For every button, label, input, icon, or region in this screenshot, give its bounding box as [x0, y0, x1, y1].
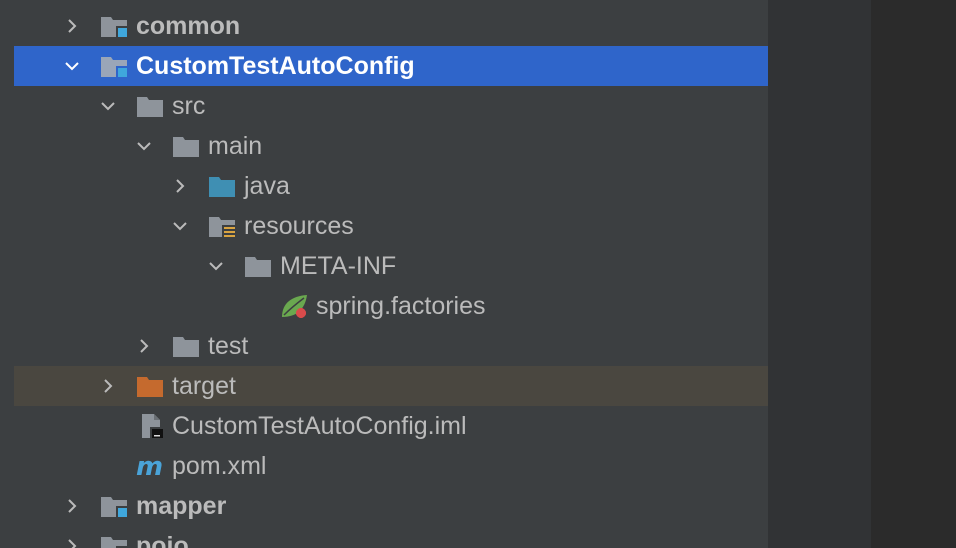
tree-row-label: pojo	[136, 532, 189, 548]
tree-row-label: src	[172, 92, 206, 120]
svg-text:m: m	[136, 453, 163, 479]
tree-row-label: common	[136, 12, 241, 40]
tree-row-label: main	[208, 132, 263, 160]
module-folder-icon	[101, 57, 128, 78]
excluded-folder-icon	[137, 377, 163, 397]
tree-row-mapper[interactable]: mapper	[14, 486, 768, 526]
tree-row-java[interactable]: java	[14, 166, 768, 206]
module-folder-icon	[101, 17, 128, 38]
iml-file-icon	[142, 414, 164, 439]
tree-row-pom-xml[interactable]: m pom.xml	[14, 446, 768, 486]
tree-row-target[interactable]: target	[14, 366, 768, 406]
folder-icon	[245, 257, 271, 277]
module-folder-icon	[101, 497, 128, 518]
tree-row-main[interactable]: main	[14, 126, 768, 166]
module-folder-icon	[101, 537, 128, 548]
tree-row-iml-file[interactable]: CustomTestAutoConfig.iml	[14, 406, 768, 446]
tree-row-label: test	[208, 332, 249, 360]
tree-row-label: target	[172, 372, 236, 400]
chevron-down-icon[interactable]	[170, 216, 190, 236]
tree-row-label: spring.factories	[316, 292, 486, 320]
folder-icon	[137, 97, 163, 117]
tree-row-label: pom.xml	[172, 452, 267, 480]
source-folder-icon	[209, 177, 235, 197]
tree-row-customtestautoconfig[interactable]: CustomTestAutoConfig	[14, 46, 768, 86]
chevron-right-icon[interactable]	[98, 376, 118, 396]
editor-pane	[873, 0, 956, 548]
tree-row-label: resources	[244, 212, 354, 240]
tree-row-meta-inf[interactable]: META-INF	[14, 246, 768, 286]
tree-row-spring-factories[interactable]: spring.factories	[14, 286, 768, 326]
tree-row-resources[interactable]: resources	[14, 206, 768, 246]
chevron-down-icon[interactable]	[134, 136, 154, 156]
project-tree: common CustomTestAutoConfig src main jav…	[0, 0, 768, 548]
chevron-right-icon[interactable]	[62, 536, 82, 548]
folder-icon	[173, 337, 199, 357]
editor-gutter	[768, 0, 871, 548]
chevron-down-icon[interactable]	[206, 256, 226, 276]
chevron-down-icon[interactable]	[98, 96, 118, 116]
tree-row-label: META-INF	[280, 252, 397, 280]
resources-folder-icon	[209, 217, 236, 239]
maven-icon: m	[136, 453, 163, 479]
chevron-right-icon[interactable]	[62, 16, 82, 36]
tree-row-label: CustomTestAutoConfig.iml	[172, 412, 467, 440]
chevron-right-icon[interactable]	[170, 176, 190, 196]
spring-leaf-icon	[282, 295, 307, 318]
tree-row-pojo[interactable]: pojo	[14, 526, 768, 548]
tree-row-label: java	[244, 172, 290, 200]
chevron-right-icon[interactable]	[134, 336, 154, 356]
folder-icon	[173, 137, 199, 157]
tree-row-label: CustomTestAutoConfig	[136, 52, 415, 80]
tree-row-label: mapper	[136, 492, 227, 520]
chevron-down-icon[interactable]	[62, 56, 82, 76]
tree-row-test[interactable]: test	[14, 326, 768, 366]
tree-row-src[interactable]: src	[14, 86, 768, 126]
chevron-right-icon[interactable]	[62, 496, 82, 516]
tree-row-common[interactable]: common	[14, 6, 768, 46]
